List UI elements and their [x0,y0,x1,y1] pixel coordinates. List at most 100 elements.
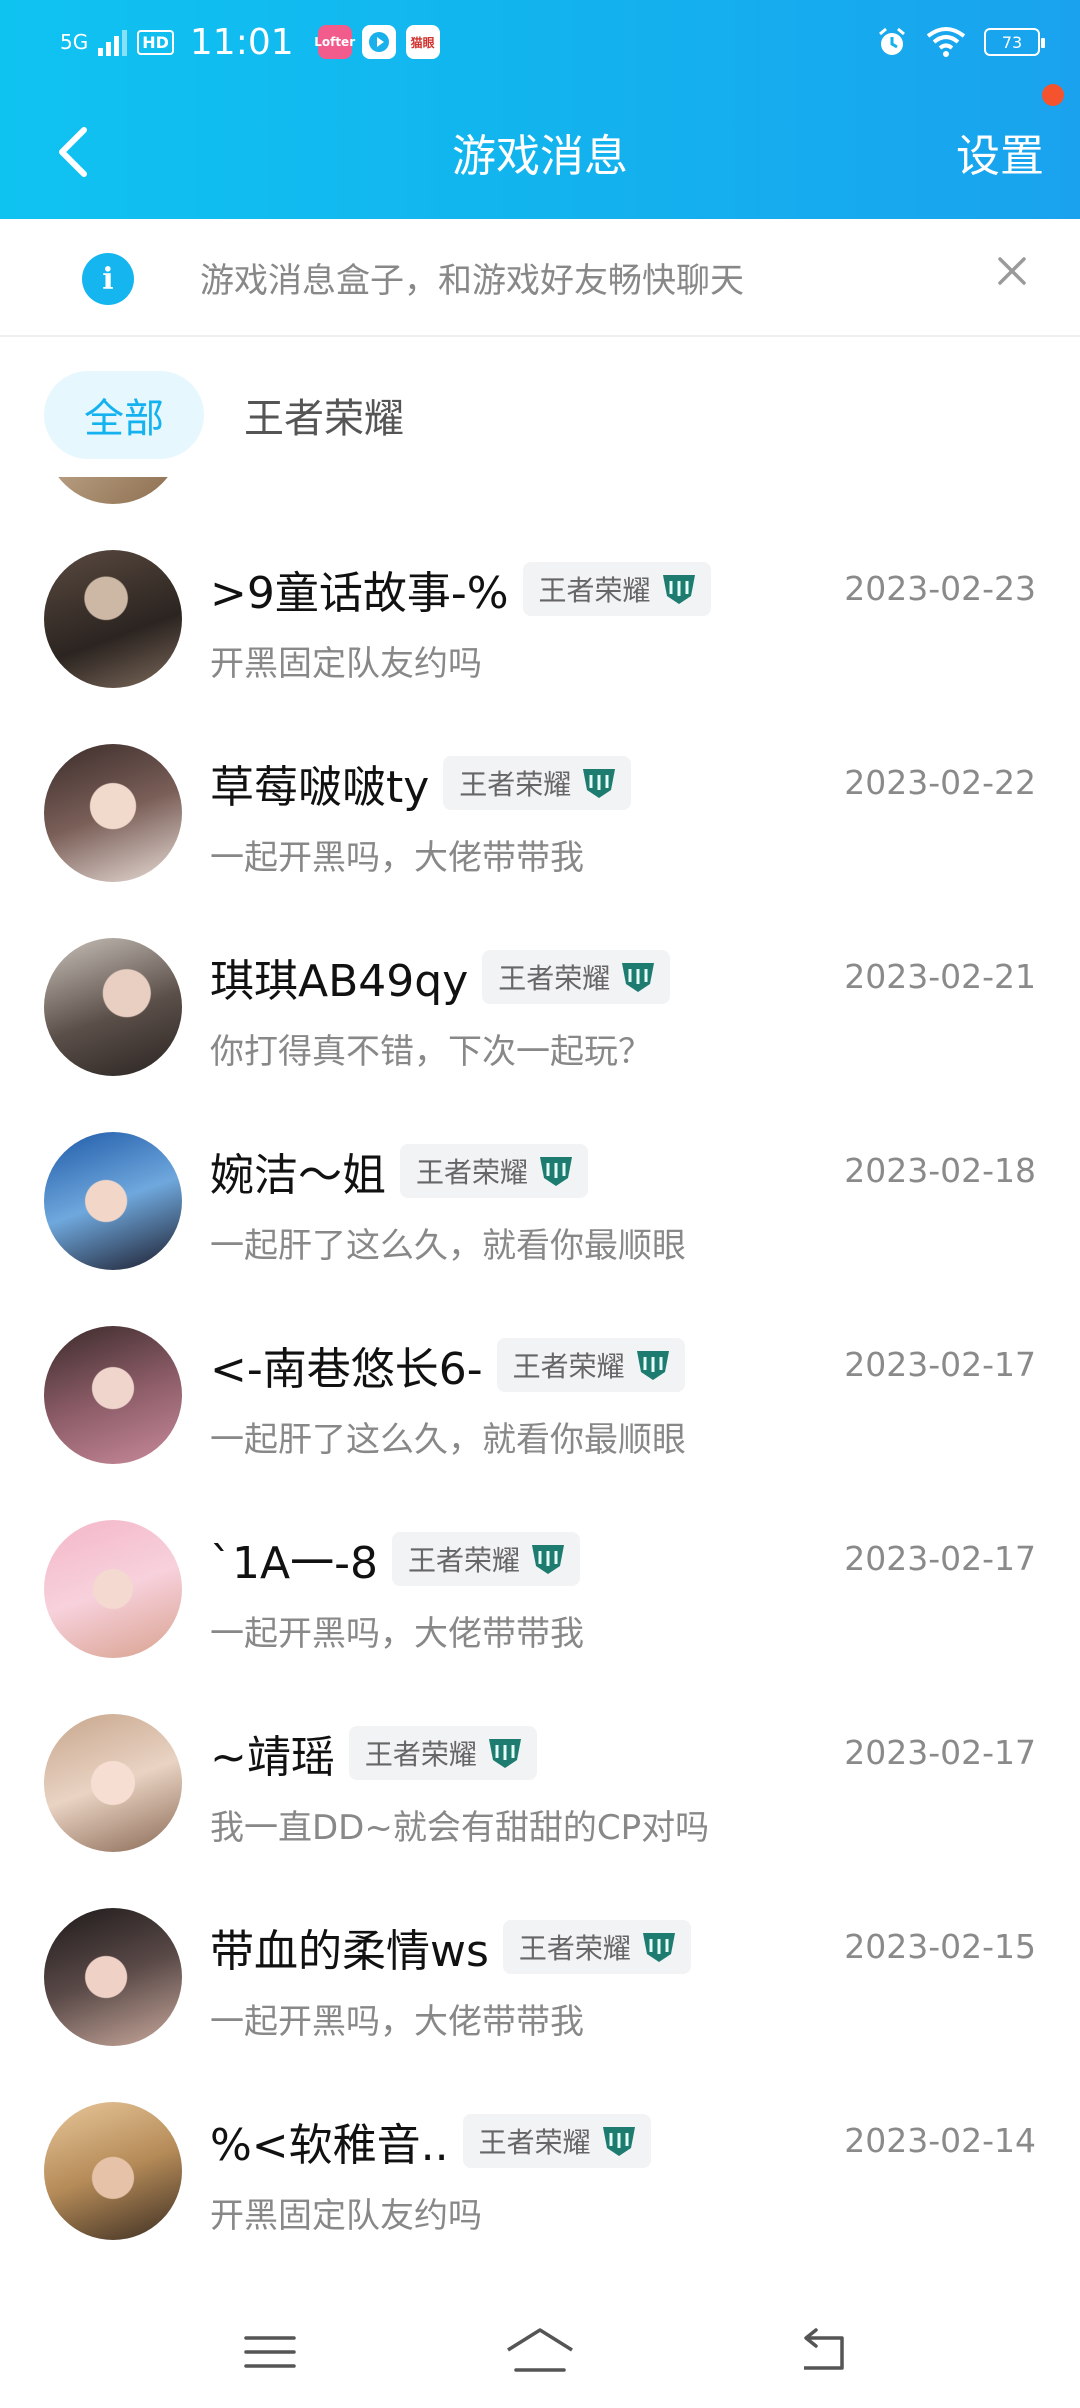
notice-banner: i 游戏消息盒子，和游戏好友畅快聊天 [0,219,1080,337]
notice-close-button[interactable] [990,249,1034,293]
sender-name: >9童话故事-% [210,568,509,619]
game-tag-label: 王者荣耀 [459,768,572,801]
game-tag-label: 王者荣耀 [498,962,611,995]
message-preview: 一起开黑吗，大佬带带我 [210,1614,584,1654]
status-bar: 5G HD 11:01 Lofter 猫眼 73 [0,0,1080,84]
rank-badge-icon [488,1739,521,1768]
game-tag: 王者荣耀 [462,2114,651,2168]
status-left: 5G HD 11:01 Lofter 猫眼 [60,20,440,64]
game-tag-label: 王者荣耀 [407,1544,520,1577]
wifi-icon [926,27,966,57]
hd-badge: HD [137,29,174,55]
name-line: 婉洁～姐 王者荣耀 [210,1141,589,1201]
avatar [44,550,182,688]
game-tag: 王者荣耀 [522,562,711,616]
sender-name: ~靖瑶 [210,1732,335,1783]
notification-dot [1042,84,1064,106]
rank-badge-icon [642,1933,675,1962]
avatar [44,2102,182,2240]
settings-button[interactable]: 设置 [956,120,1044,184]
sender-name: `1A一-8 [210,1538,378,1589]
app-icon-lofter: Lofter [314,25,355,59]
game-tag: 王者荣耀 [400,1144,589,1198]
message-preview: 开黑固定队友约吗 [210,2196,482,2236]
list-item[interactable]: 琪琪AB49qy 王者荣耀 2023-02-21 你打得真不错，下次一起玩？ [0,899,1080,1093]
list-item[interactable]: %<软稚音.. 王者荣耀 2023-02-14 开黑固定队友约吗 [0,2063,1080,2257]
avatar [44,938,182,1076]
message-date: 2023-02-14 [844,2121,1036,2160]
rank-badge-icon [602,2127,635,2156]
list-item[interactable]: `1A一-8 王者荣耀 2023-02-17 一起开黑吗，大佬带带我 [0,1481,1080,1675]
system-nav-bar [0,2294,1080,2408]
filter-tabs: 全部 王者荣耀 [0,337,1080,477]
list-item[interactable]: 草莓啵啵ty 王者荣耀 2023-02-22 一起开黑吗，大佬带带我 [0,705,1080,899]
name-line: ~靖瑶 王者荣耀 [210,1723,537,1783]
message-list[interactable]: >9童话故事-% 王者荣耀 2023-02-23 开黑固定队友约吗 草莓啵啵ty… [0,477,1080,2294]
sender-name: 草莓啵啵ty [210,762,430,813]
sender-name: %<软稚音.. [210,2120,449,2171]
alarm-icon [879,27,905,55]
notice-text: 游戏消息盒子，和游戏好友畅快聊天 [200,261,744,301]
message-date: 2023-02-21 [844,957,1036,996]
game-tag-label: 王者荣耀 [518,1932,631,1965]
signal-icon [98,28,128,56]
filter-tab-all[interactable]: 全部 [44,371,204,459]
battery-level: 73 [1001,32,1023,52]
message-date: 2023-02-22 [844,763,1036,802]
top-bar: 5G HD 11:01 Lofter 猫眼 73 游戏消息 设置 [0,0,1080,219]
name-line: %<软稚音.. 王者荣耀 [210,2111,651,2171]
avatar [44,1714,182,1852]
avatar [44,1326,182,1464]
message-date: 2023-02-23 [844,569,1036,608]
name-line: 草莓啵啵ty 王者荣耀 [210,753,632,813]
avatar [44,477,182,504]
message-date: 2023-02-17 [844,1733,1036,1772]
network-label: 5G [60,30,89,54]
message-date: 2023-02-17 [844,1345,1036,1384]
list-item[interactable]: 带血的柔情ws 王者荣耀 2023-02-15 一起开黑吗，大佬带带我 [0,1869,1080,2063]
menu-icon [244,2336,296,2368]
list-item[interactable]: >9童话故事-% 王者荣耀 2023-02-23 开黑固定队友约吗 [0,511,1080,705]
game-tag: 王者荣耀 [443,756,632,810]
list-item[interactable]: <-南巷悠长6- 王者荣耀 2023-02-17 一起肝了这么久，就看你最顺眼 [0,1287,1080,1481]
rank-badge-icon [662,575,695,604]
menu-button[interactable] [240,2324,300,2380]
message-date: 2023-02-15 [844,1927,1036,1966]
battery-icon: 73 [984,28,1045,56]
status-right: 73 [876,22,1045,62]
video-app-icon [361,25,396,59]
home-button[interactable] [504,2324,576,2380]
sender-name: 琪琪AB49qy [210,956,469,1007]
message-date: 2023-02-18 [844,1151,1036,1190]
message-date: 2023-02-17 [844,1539,1036,1578]
game-tag-label: 王者荣耀 [538,574,651,607]
game-tag-label: 王者荣耀 [416,1156,529,1189]
message-preview: 一起肝了这么久，就看你最顺眼 [210,1420,686,1460]
name-line: >9童话故事-% 王者荣耀 [210,559,711,619]
rank-badge-icon [531,1545,564,1574]
game-tag-label: 王者荣耀 [512,1350,625,1383]
sender-name: <-南巷悠长6- [210,1344,483,1395]
message-preview: 一起肝了这么久，就看你最顺眼 [210,1226,686,1266]
avatar [44,1132,182,1270]
sender-name: 婉洁～姐 [210,1150,386,1201]
list-item[interactable]: 婉洁～姐 王者荣耀 2023-02-18 一起肝了这么久，就看你最顺眼 [0,1093,1080,1287]
filter-tab-wangzhe[interactable]: 王者荣耀 [244,371,404,459]
name-line: `1A一-8 王者荣耀 [210,1529,580,1589]
avatar [44,1520,182,1658]
message-preview: 开黑固定队友约吗 [210,644,482,684]
game-tag: 王者荣耀 [348,1726,537,1780]
rank-badge-icon [583,769,616,798]
game-tag-label: 王者荣耀 [364,1738,477,1771]
back-nav-button[interactable] [794,2324,854,2380]
close-icon [998,257,1026,285]
name-line: 琪琪AB49qy 王者荣耀 [210,947,671,1007]
status-time: 11:01 [189,21,294,63]
game-tag: 王者荣耀 [391,1532,580,1586]
sender-name: 带血的柔情ws [210,1926,489,1977]
list-item[interactable]: ~靖瑶 王者荣耀 2023-02-17 我一直DD~就会有甜甜的CP对吗 [0,1675,1080,1869]
name-line: <-南巷悠长6- 王者荣耀 [210,1335,685,1395]
message-preview: 我一直DD~就会有甜甜的CP对吗 [210,1808,710,1848]
back-icon [804,2328,844,2370]
rank-badge-icon [622,963,655,992]
